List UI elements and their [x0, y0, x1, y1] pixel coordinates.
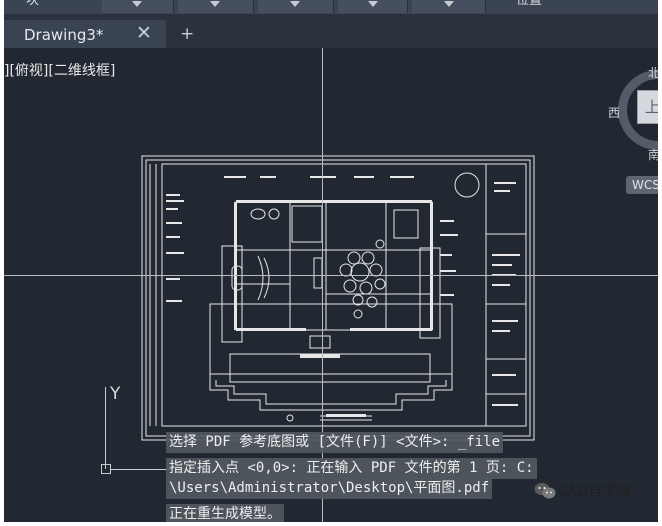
watermark-text: CAD自学网: [558, 484, 631, 500]
wcs-menu-button[interactable]: WCS: [626, 176, 658, 194]
chevron-down-icon: [132, 1, 142, 7]
viewcube-face-label: 上: [645, 98, 658, 116]
title-block: [485, 163, 527, 427]
ribbon-dropdown-1[interactable]: [102, 0, 174, 13]
wechat-icon: [534, 483, 556, 499]
ribbon-panel-strip: 块 位置: [4, 0, 658, 14]
ribbon-block-label[interactable]: 块: [26, 0, 39, 12]
close-icon[interactable]: ✕: [136, 22, 152, 44]
new-tab-plus-icon[interactable]: +: [180, 24, 194, 44]
file-tab-bar: Drawing3* ✕ +: [4, 14, 658, 48]
chevron-down-icon: [368, 1, 378, 7]
ribbon-position-label[interactable]: 位置: [516, 0, 542, 12]
command-history-line-4: 正在重生成模型。: [166, 504, 284, 522]
chevron-down-icon: [290, 1, 300, 7]
command-history-line-2: 指定插入点 <0,0>: 正在输入 PDF 文件的第 1 页: C:: [166, 458, 537, 479]
viewport-view-label[interactable]: ][俯视][二维线框]: [4, 60, 115, 80]
command-history-line-1: 选择 PDF 参考底图或 [文件(F)] <文件>: _file: [166, 432, 504, 453]
crosshair-horizontal: [4, 275, 658, 276]
ribbon-dropdown-3[interactable]: [258, 0, 334, 13]
command-history-line-3: \Users\Administrator\Desktop\平面图.pdf: [166, 478, 493, 499]
model-space-viewport[interactable]: ][俯视][二维线框] 上 北 西 南 WCS Y 选择 PDF 参考底图或 […: [4, 48, 658, 522]
ucs-x-axis: [110, 469, 170, 470]
tab-title: Drawing3*: [24, 26, 104, 44]
floor-plan-drawing: [141, 155, 535, 441]
pdf-underlay-floor-plan[interactable]: [140, 154, 536, 442]
chevron-down-icon: [210, 1, 220, 7]
chevron-down-icon: [444, 1, 454, 7]
ribbon-dropdown-4[interactable]: [338, 0, 408, 13]
sheet-outer-border: [141, 155, 535, 441]
viewcube-north-label[interactable]: 北: [648, 64, 658, 81]
viewcube-top-face[interactable]: 上: [637, 90, 658, 124]
ucs-y-axis: [105, 387, 106, 469]
ribbon-dropdown-5[interactable]: [412, 0, 486, 13]
tab-drawing3[interactable]: Drawing3* ✕: [4, 20, 166, 48]
autocad-window: 块 位置 Drawing3* ✕ + ][俯视][二维线框] 上 北 西 南 W…: [4, 0, 658, 522]
viewcube-south-label[interactable]: 南: [648, 146, 658, 163]
north-arrow-symbol: [454, 172, 480, 198]
viewcube-west-label[interactable]: 西: [608, 104, 620, 121]
ucs-y-label: Y: [110, 384, 121, 404]
ribbon-dropdown-2[interactable]: [178, 0, 254, 13]
